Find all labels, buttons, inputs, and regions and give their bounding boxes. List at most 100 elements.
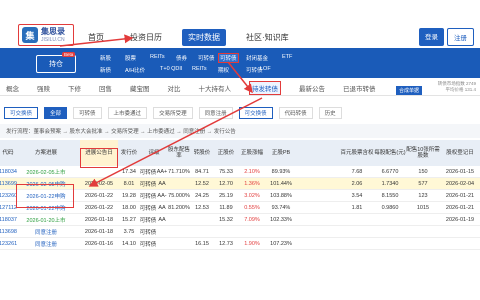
filter-history[interactable]: 历史 xyxy=(318,107,342,119)
sub-reits[interactable]: REITs xyxy=(150,54,165,60)
cell-type: 可转债 xyxy=(139,242,157,248)
col-conv-price[interactable]: 转股价 xyxy=(190,140,214,166)
cell-stock: 15.32 xyxy=(219,217,233,223)
cell-code[interactable]: 123261 xyxy=(0,238,17,250)
cell-pb: 93.74% xyxy=(271,205,291,211)
tab-revise[interactable]: 下修 xyxy=(68,83,81,93)
sub-etf[interactable]: ETF xyxy=(282,54,292,60)
cell-chg: 3.02% xyxy=(244,193,260,199)
sub-bond[interactable]: 债券 xyxy=(176,54,187,62)
filter-tabs: 可交换债 全部 可转债 上市委通过 交易所受理 同意注册 可交换债 代码转债 历… xyxy=(0,106,480,120)
holdings-button[interactable]: 持仓 xyxy=(36,55,76,73)
nav-realtime[interactable]: 实时数据 xyxy=(182,28,226,46)
cell-code[interactable]: 118037 xyxy=(0,214,17,226)
tab-concept[interactable]: 概念 xyxy=(6,83,19,93)
cell-rating: AA xyxy=(158,205,166,211)
cell-c1: 1.81 xyxy=(351,205,363,211)
cell-conv: 12.52 xyxy=(195,181,209,187)
cell-code[interactable]: 123260 xyxy=(0,190,17,202)
sub-ipo[interactable]: 新股 xyxy=(100,54,111,62)
cell-date: 2026-02-05 xyxy=(84,181,114,187)
cell-price: 19.28 xyxy=(122,193,136,199)
col-placement[interactable]: 股东配售率 xyxy=(168,140,190,166)
col-progress[interactable]: 方案进展 xyxy=(16,140,76,166)
tab-redeem[interactable]: 强赎 xyxy=(37,83,50,93)
tab-top-holders[interactable]: 十大持有人 xyxy=(199,83,232,93)
table-row[interactable]: 113698 同意注册 2026-01-18 3.75 可转债 xyxy=(0,226,480,238)
sub-newbond[interactable]: 新债 xyxy=(100,66,111,74)
cell-c2: 8.1550 xyxy=(381,193,399,199)
cell-rating: AA+ xyxy=(156,169,168,175)
cell-pb: 103.88% xyxy=(270,193,292,199)
col-rating[interactable]: 评级 xyxy=(140,140,168,166)
cell-code[interactable]: 113698 xyxy=(0,226,17,238)
register-button[interactable]: 注册 xyxy=(447,28,474,46)
cell-conv: 84.71 xyxy=(195,169,209,175)
sub-lof[interactable]: LOF xyxy=(260,66,271,72)
cell-prog[interactable]: 2026-02-05上市 xyxy=(16,166,76,178)
col-pb[interactable]: 正股PB xyxy=(266,140,296,166)
cell-stock: 12.73 xyxy=(219,241,233,247)
cell-rating: AA xyxy=(158,217,166,223)
cell-price: 15.27 xyxy=(122,217,136,223)
cell-stock xyxy=(214,226,238,238)
sub-closed-fund[interactable]: 封闭基金 xyxy=(246,54,268,62)
sub-stock[interactable]: 股票 xyxy=(125,54,136,62)
cell-conv: 16.15 xyxy=(195,241,209,247)
tab-compare[interactable]: 对比 xyxy=(168,83,181,93)
cell-c3: 1015 xyxy=(416,205,430,211)
sub-reits2[interactable]: REITs xyxy=(192,66,207,72)
cell-code[interactable]: 113699 xyxy=(0,178,17,190)
login-button[interactable]: 登录 xyxy=(419,28,444,46)
tab-pending-cb[interactable]: 待发转债 xyxy=(249,80,281,95)
cell-c2: 6.6770 xyxy=(381,169,399,175)
filter-registered[interactable]: 同意注册 xyxy=(198,107,233,119)
filter-code[interactable]: 代码转债 xyxy=(278,107,313,119)
compose-button[interactable]: 合成单据 xyxy=(396,86,423,95)
cell-prog[interactable]: 同意注册 xyxy=(16,226,76,238)
col-register-date[interactable]: 股权登记日 xyxy=(440,140,480,166)
cell-date: 2026-01-18 xyxy=(84,229,114,235)
cell-c2 xyxy=(374,238,406,250)
cell-prog[interactable]: 2026-01-20上市 xyxy=(16,214,76,226)
filter-cb[interactable]: 可转债 xyxy=(73,107,102,119)
col-code[interactable]: 代码 xyxy=(0,140,16,166)
cell-c1: 7.68 xyxy=(351,169,363,175)
index-line-2: 平均价格 131.4 xyxy=(445,87,476,92)
tab-treasure[interactable]: 藏宝图 xyxy=(130,83,150,93)
cell-reg xyxy=(440,226,480,238)
nav-calendar[interactable]: 投资日历 xyxy=(124,29,168,46)
nav-community[interactable]: 社区·知识库 xyxy=(240,29,295,46)
beta-badge: Beta xyxy=(62,52,76,57)
cell-rate xyxy=(168,238,190,250)
table-row[interactable]: 118034 2026-02-05上市 17.34 可转债 AA+ 71.710% 84.7… xyxy=(0,166,480,178)
sub-qdii[interactable]: T+0 QDII xyxy=(160,66,182,72)
col-per-100[interactable]: 百元股票含权 xyxy=(340,140,374,166)
logo-mark-icon: 集 xyxy=(22,27,38,43)
tab-announcements[interactable]: 最新公告 xyxy=(299,83,325,93)
filter-accepted[interactable]: 交易所受理 xyxy=(153,107,193,119)
cell-prog[interactable]: 同意注册 xyxy=(16,238,76,250)
site-logo[interactable]: 集 集思录 JISILU.CN xyxy=(18,24,74,46)
filter-exchangeable[interactable]: 可交换债 xyxy=(4,107,39,119)
filter-all[interactable]: 全部 xyxy=(44,107,68,119)
cell-code[interactable]: 118034 xyxy=(0,166,17,178)
sub-cb-highlight[interactable]: 可转债 xyxy=(218,53,239,63)
nav-home[interactable]: 首页 xyxy=(82,29,110,46)
col-shares-10[interactable]: 配售10张所需股数 xyxy=(406,140,440,166)
sub-cb[interactable]: 可转债 xyxy=(198,54,215,62)
sub-option[interactable]: 期权 xyxy=(218,66,229,74)
col-stock-price[interactable]: 正股价 xyxy=(214,140,238,166)
col-stock-change[interactable]: 正股涨幅 xyxy=(238,140,266,166)
filter-exchangeable-2[interactable]: 可交换债 xyxy=(238,107,273,119)
filter-approved[interactable]: 上市委通过 xyxy=(107,107,148,119)
table-row[interactable]: 123261 同意注册 2026-01-16 14.10 可转债 16.15 12.73 1.… xyxy=(0,238,480,250)
sub-ah[interactable]: A/H比价 xyxy=(125,66,145,74)
cell-rate xyxy=(168,214,190,226)
tab-putback[interactable]: 回售 xyxy=(99,83,112,93)
table-row[interactable]: 118037 2026-01-20上市 2026-01-18 15.27 可转债 AA 15… xyxy=(0,214,480,226)
cell-code[interactable]: 127112 xyxy=(0,202,17,214)
col-per-share[interactable]: 每股配售(元) xyxy=(374,140,406,166)
col-price[interactable]: 发行价 xyxy=(118,140,140,166)
tab-delisted[interactable]: 已退市转债 xyxy=(343,83,376,93)
